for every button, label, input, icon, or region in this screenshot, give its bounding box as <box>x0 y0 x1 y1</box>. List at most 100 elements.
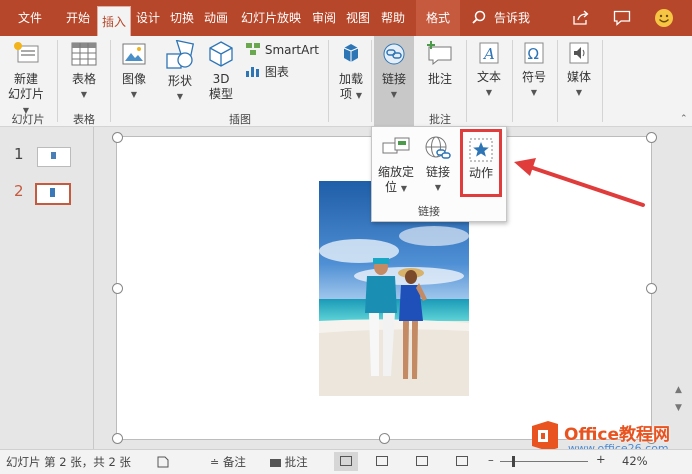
resize-handle[interactable] <box>112 132 123 143</box>
comments-status-button[interactable]: 批注 <box>270 454 308 470</box>
media-dropdown-caret: ▼ <box>575 88 583 97</box>
link-button[interactable]: 链接 ▼ <box>374 36 414 126</box>
smartart-button[interactable]: SmartArt <box>245 42 325 58</box>
3d-cube-icon <box>209 41 233 67</box>
collapse-ribbon-icon[interactable]: ⌃ <box>680 114 688 124</box>
zoom-label-2: 位 ▼ <box>385 180 407 194</box>
notes-label: 备注 <box>222 455 246 469</box>
reading-view-icon[interactable] <box>416 456 428 466</box>
slide-thumbnail-2[interactable] <box>35 183 71 205</box>
text-button[interactable]: A 文本 ▼ <box>470 40 508 100</box>
office-logo-icon <box>532 421 558 451</box>
group-divider <box>371 40 372 122</box>
symbol-button[interactable]: Ω 符号 ▼ <box>515 40 553 100</box>
shapes-button[interactable]: 形状 ▼ <box>160 39 200 104</box>
media-label: 媒体 <box>566 70 591 84</box>
omega-symbol-icon: Ω <box>524 42 544 64</box>
notes-button[interactable]: ≐ 备注 <box>210 454 246 470</box>
chart-label: 图表 <box>264 65 289 79</box>
tab-format[interactable]: 格式 <box>416 0 460 36</box>
tab-home[interactable]: 开始 <box>60 0 96 36</box>
resize-handle[interactable] <box>646 283 657 294</box>
zoom-level[interactable]: 42% <box>622 454 648 468</box>
text-dropdown-caret: ▼ <box>485 88 493 97</box>
svg-text:A: A <box>482 45 495 63</box>
zoom-out-icon[interactable]: – <box>488 453 494 467</box>
group-divider <box>557 40 558 122</box>
comment-label: 批注 <box>427 72 452 86</box>
group-label-illustrations: 插图 <box>229 113 251 126</box>
tell-me-label: 告诉我 <box>494 11 531 25</box>
zoom-slider-thumb[interactable] <box>512 456 515 467</box>
notes-icon: ≐ <box>210 456 220 469</box>
zoom-label-1: 缩放定 <box>377 165 414 179</box>
hyperlink-button[interactable]: 链接 ▼ <box>420 135 456 195</box>
resize-handle[interactable] <box>646 132 657 143</box>
table-icon <box>71 42 97 66</box>
addins-button[interactable]: 加载 项 ▼ <box>334 40 368 103</box>
image-label: 图像 <box>121 72 146 86</box>
resize-handle[interactable] <box>379 433 390 444</box>
tab-slideshow[interactable]: 幻灯片放映 <box>236 0 306 36</box>
group-divider <box>512 40 513 122</box>
globe-link-icon <box>425 136 451 159</box>
slideshow-view-icon[interactable] <box>456 456 468 466</box>
table-button[interactable]: 表格 ▼ <box>64 40 104 102</box>
tab-transitions[interactable]: 切换 <box>167 0 197 36</box>
smiley-feedback-icon[interactable] <box>654 8 674 28</box>
slide-sorter-icon[interactable] <box>376 456 388 466</box>
ribbon-tab-bar: 文件 开始 插入 设计 切换 动画 幻灯片放映 审阅 视图 帮助 格式 告诉我 <box>0 0 692 37</box>
tab-file[interactable]: 文件 <box>8 0 52 36</box>
share-icon[interactable] <box>572 10 590 26</box>
3d-model-label-2: 模型 <box>208 87 233 101</box>
group-divider <box>328 40 329 122</box>
resize-handle[interactable] <box>112 283 123 294</box>
link-chain-icon <box>383 43 405 65</box>
vertical-scrollbar[interactable]: ▲ ▼ <box>669 127 692 449</box>
text-box-icon: A <box>479 42 499 64</box>
image-icon <box>122 43 146 65</box>
group-label-slides: 幻灯片 <box>11 113 45 126</box>
3d-model-button[interactable]: 3D 模型 <box>203 40 239 102</box>
comments-status-label: 批注 <box>284 455 308 469</box>
tell-me-box[interactable]: 告诉我 <box>472 0 552 36</box>
links-dropdown-panel: 缩放定 位 ▼ 链接 ▼ 动作 链接 <box>371 126 507 222</box>
action-label: 动作 <box>468 166 493 180</box>
symbol-dropdown-caret: ▼ <box>530 88 538 97</box>
scroll-up-icon[interactable]: ▲ <box>675 385 682 395</box>
tab-help[interactable]: 帮助 <box>377 0 409 36</box>
zoom-button[interactable]: 缩放定 位 ▼ <box>376 135 416 196</box>
tab-animations[interactable]: 动画 <box>201 0 231 36</box>
link-dropdown-caret: ▼ <box>390 90 398 99</box>
normal-view-button[interactable] <box>334 452 358 471</box>
resize-handle[interactable] <box>112 433 123 444</box>
tab-view[interactable]: 视图 <box>343 0 373 36</box>
group-divider <box>602 40 603 122</box>
new-slide-button[interactable]: 新建 幻灯片 ▼ <box>4 40 48 118</box>
comment-bubble-icon <box>270 459 281 467</box>
slide-thumbnail-1[interactable] <box>37 147 71 167</box>
comment-button[interactable]: 批注 <box>420 40 460 87</box>
media-button[interactable]: 媒体 ▼ <box>560 40 598 100</box>
addins-icon <box>343 44 359 62</box>
speaker-icon <box>569 42 589 64</box>
action-button[interactable]: 动作 <box>460 129 502 197</box>
chart-button[interactable]: 图表 <box>245 64 305 80</box>
tab-review[interactable]: 审阅 <box>309 0 339 36</box>
smartart-label: SmartArt <box>264 43 319 57</box>
zoom-in-icon[interactable]: + <box>596 452 606 466</box>
hyperlink-label: 链接 <box>425 165 450 179</box>
group-divider <box>466 40 467 122</box>
annotation-arrow <box>514 158 645 207</box>
text-label: 文本 <box>476 70 501 84</box>
slide-thumbnail-panel: 1 2 <box>0 127 94 449</box>
tab-design[interactable]: 设计 <box>133 0 163 36</box>
image-button[interactable]: 图像 ▼ <box>114 40 154 102</box>
accessibility-icon[interactable] <box>156 455 170 469</box>
comments-icon[interactable] <box>613 10 631 26</box>
zoom-slides-icon <box>382 137 410 154</box>
scroll-down-icon[interactable]: ▼ <box>675 403 682 413</box>
shapes-label: 形状 <box>167 74 192 88</box>
tab-insert[interactable]: 插入 <box>97 6 131 37</box>
addins-label-1: 加载 <box>338 72 363 86</box>
